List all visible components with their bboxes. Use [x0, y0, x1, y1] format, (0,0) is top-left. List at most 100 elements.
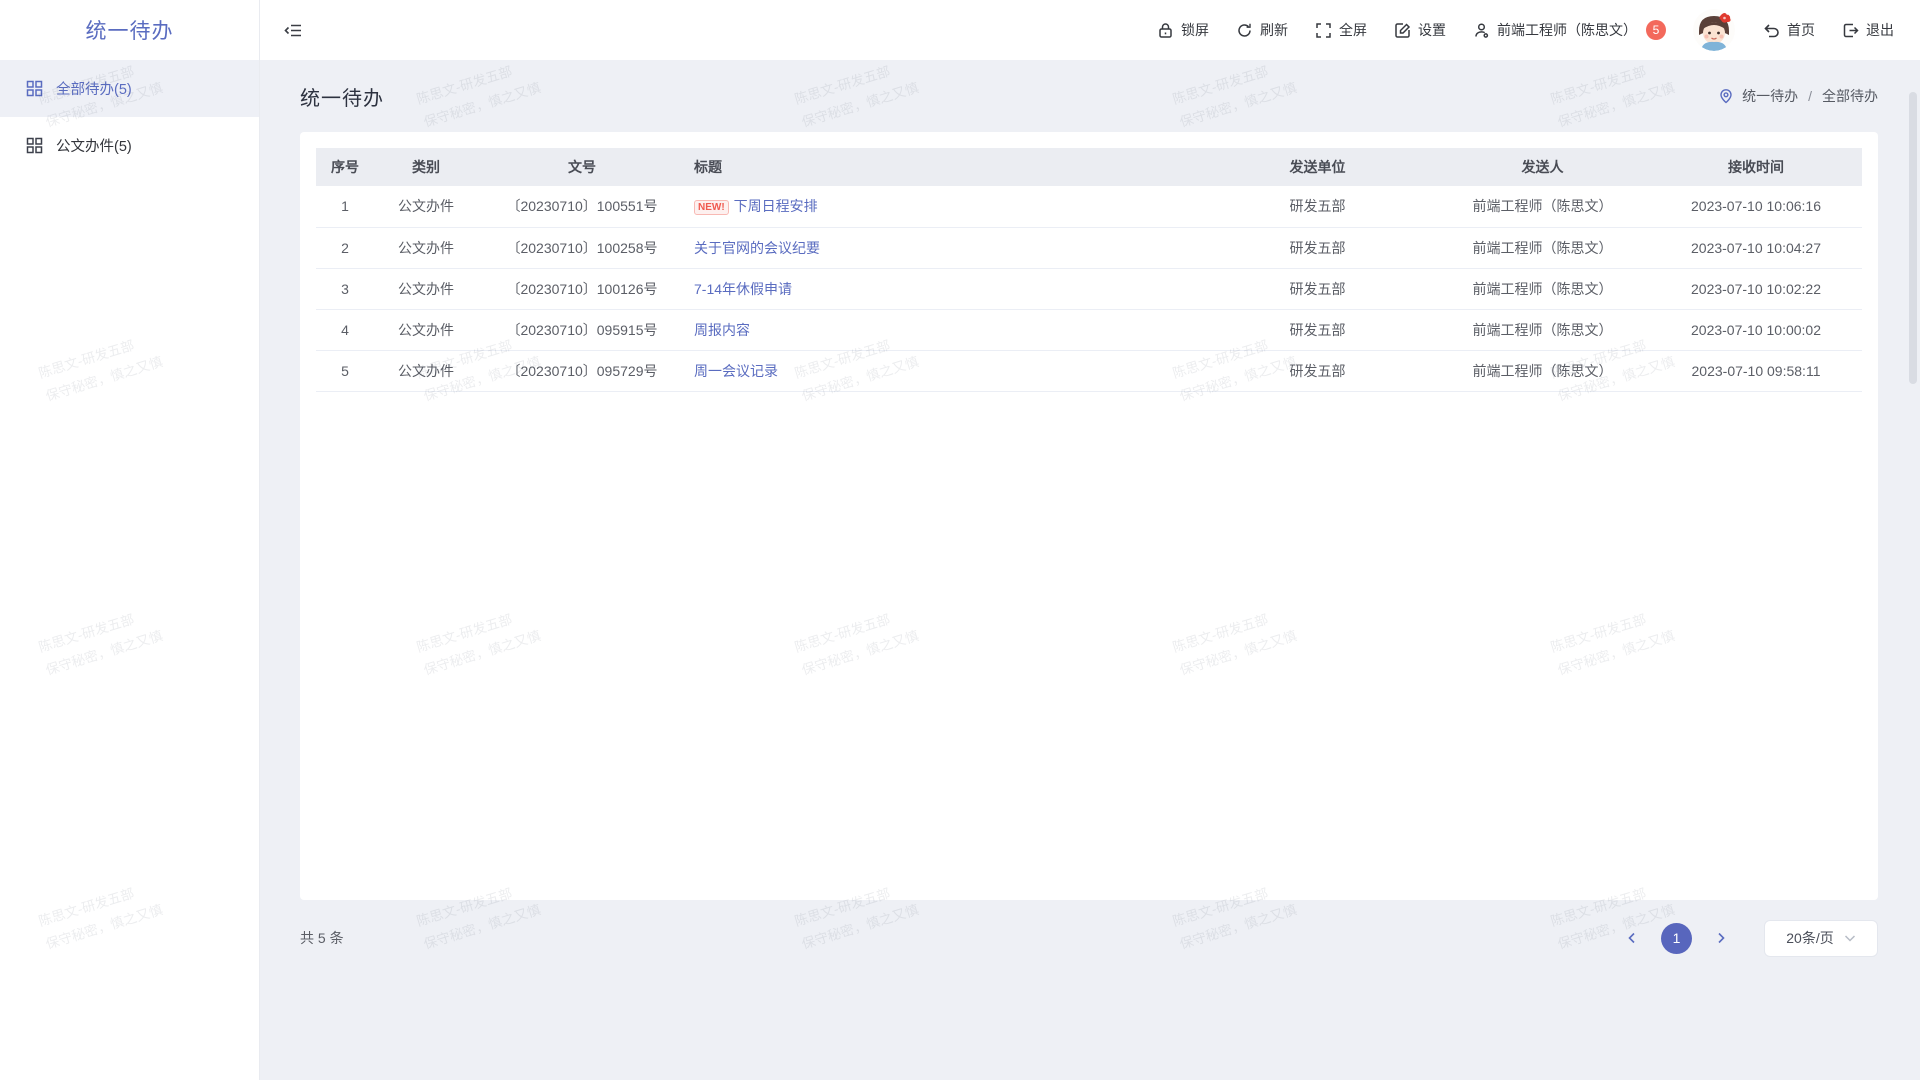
user-menu[interactable]: 前端工程师（陈思文） 5: [1473, 20, 1666, 40]
table-row: 5公文办件〔20230710〕095729号周一会议记录 研发五部前端工程师（陈思…: [316, 350, 1862, 391]
app-logo: 统一待办: [0, 0, 259, 60]
vertical-scrollbar[interactable]: [1906, 60, 1920, 1080]
cell-received: 2023-07-10 10:04:27: [1650, 227, 1862, 268]
pagination: 共 5 条 1 20条/页: [300, 900, 1878, 976]
cell-category: 公文办件: [374, 350, 478, 391]
todo-table: 序号类别文号标题发送单位发送人接收时间 1公文办件〔20230710〕10055…: [316, 148, 1862, 392]
cell-category: 公文办件: [374, 309, 478, 350]
cell-title: 关于官网的会议纪要: [686, 227, 1200, 268]
cell-index: 3: [316, 268, 374, 309]
sidebar-item-label: 全部待办(5): [56, 78, 132, 99]
sidebar-item-1[interactable]: 全部待办(5): [0, 60, 259, 117]
column-header-category: 类别: [374, 148, 478, 186]
chevron-left-icon: [1626, 932, 1638, 944]
grid-icon: [26, 80, 43, 97]
cell-org: 研发五部: [1200, 186, 1435, 227]
cell-index: 5: [316, 350, 374, 391]
refresh-icon: [1236, 22, 1253, 39]
user-name: 前端工程师（陈思文）: [1497, 20, 1637, 40]
collapse-sidebar-button[interactable]: [284, 21, 303, 40]
table-row: 3公文办件〔20230710〕100126号7-14年休假申请研发五部前端工程师…: [316, 268, 1862, 309]
refresh-label: 刷新: [1260, 20, 1288, 40]
column-header-doc_no: 文号: [478, 148, 686, 186]
user-icon: [1473, 22, 1490, 39]
document-title-link[interactable]: 周一会议记录: [694, 363, 778, 379]
cell-org: 研发五部: [1200, 268, 1435, 309]
page-size-select[interactable]: 20条/页: [1764, 920, 1878, 957]
cell-sender: 前端工程师（陈思文）: [1435, 350, 1650, 391]
breadcrumb-item-current: 全部待办: [1822, 86, 1878, 106]
todo-count-badge: 5: [1646, 20, 1666, 40]
prev-page-button[interactable]: [1617, 923, 1647, 953]
document-title-link[interactable]: 关于官网的会议纪要: [694, 240, 820, 256]
fullscreen-label: 全屏: [1339, 20, 1367, 40]
cell-doc_no: 〔20230710〕100126号: [478, 268, 686, 309]
column-header-index: 序号: [316, 148, 374, 186]
chevron-right-icon: [1715, 932, 1727, 944]
page-number-1[interactable]: 1: [1661, 923, 1692, 954]
table-row: 2公文办件〔20230710〕100258号关于官网的会议纪要研发五部前端工程师…: [316, 227, 1862, 268]
fullscreen-button[interactable]: 全屏: [1315, 20, 1367, 40]
top-header: 锁屏 刷新 全屏 设置 前端工程师（陈思文） 5: [260, 0, 1920, 60]
lock-screen-label: 锁屏: [1181, 20, 1209, 40]
table-row: 4公文办件〔20230710〕095915号周报内容研发五部前端工程师（陈思文）…: [316, 309, 1862, 350]
lock-icon: [1157, 22, 1174, 39]
cell-doc_no: 〔20230710〕095729号: [478, 350, 686, 391]
cell-title: 周报内容: [686, 309, 1200, 350]
avatar-image: [1693, 9, 1735, 51]
sidebar-menu: 全部待办(5) 公文办件(5): [0, 60, 259, 174]
cell-received: 2023-07-10 10:02:22: [1650, 268, 1862, 309]
column-header-org: 发送单位: [1200, 148, 1435, 186]
cell-title: NEW! 下周日程安排: [686, 186, 1200, 227]
page-size-value: 20条/页: [1786, 928, 1833, 948]
document-title-link[interactable]: 下周日程安排: [734, 198, 818, 214]
main-content: 统一待办 统一待办 / 全部待办 序号类别文号标题发送单位发送人接收时间 1公文…: [260, 60, 1920, 1080]
cell-title: 周一会议记录: [686, 350, 1200, 391]
column-header-received: 接收时间: [1650, 148, 1862, 186]
document-title-link[interactable]: 周报内容: [694, 322, 750, 338]
cell-received: 2023-07-10 10:06:16: [1650, 186, 1862, 227]
scrollbar-thumb[interactable]: [1909, 92, 1917, 384]
fullscreen-icon: [1315, 22, 1332, 39]
cell-doc_no: 〔20230710〕100258号: [478, 227, 686, 268]
edit-square-icon: [1394, 22, 1411, 39]
cell-index: 2: [316, 227, 374, 268]
document-title-link[interactable]: 7-14年休假申请: [694, 281, 792, 297]
cell-org: 研发五部: [1200, 227, 1435, 268]
total-count: 共 5 条: [300, 928, 344, 948]
menu-fold-icon: [284, 21, 303, 40]
refresh-button[interactable]: 刷新: [1236, 20, 1288, 40]
cell-index: 4: [316, 309, 374, 350]
logout-label: 退出: [1866, 20, 1894, 40]
lock-screen-button[interactable]: 锁屏: [1157, 20, 1209, 40]
cell-org: 研发五部: [1200, 309, 1435, 350]
cell-title: 7-14年休假申请: [686, 268, 1200, 309]
next-page-button[interactable]: [1706, 923, 1736, 953]
location-pin-icon: [1718, 88, 1734, 104]
cell-sender: 前端工程师（陈思文）: [1435, 309, 1650, 350]
cell-doc_no: 〔20230710〕100551号: [478, 186, 686, 227]
sidebar-item-label: 公文办件(5): [56, 135, 132, 156]
cell-org: 研发五部: [1200, 350, 1435, 391]
logout-button[interactable]: 退出: [1842, 20, 1894, 40]
settings-button[interactable]: 设置: [1394, 20, 1446, 40]
new-badge: NEW!: [694, 200, 729, 215]
breadcrumb-item-root[interactable]: 统一待办: [1742, 86, 1798, 106]
undo-icon: [1762, 22, 1780, 39]
table-row: 1公文办件〔20230710〕100551号 NEW! 下周日程安排 研发五部前端工程…: [316, 186, 1862, 227]
cell-index: 1: [316, 186, 374, 227]
todo-table-card: 序号类别文号标题发送单位发送人接收时间 1公文办件〔20230710〕10055…: [300, 132, 1878, 900]
sidebar-item-2[interactable]: 公文办件(5): [0, 117, 259, 174]
grid-icon: [26, 137, 43, 154]
breadcrumb: 统一待办 / 全部待办: [1718, 86, 1878, 106]
table-body: 1公文办件〔20230710〕100551号NEW!下周日程安排研发五部前端工程…: [316, 186, 1862, 391]
breadcrumb-separator: /: [1808, 88, 1812, 104]
home-button[interactable]: 首页: [1762, 20, 1815, 40]
column-header-title: 标题: [686, 148, 1200, 186]
page-title: 统一待办: [300, 82, 384, 111]
cell-category: 公文办件: [374, 186, 478, 227]
cell-sender: 前端工程师（陈思文）: [1435, 186, 1650, 227]
cell-sender: 前端工程师（陈思文）: [1435, 227, 1650, 268]
settings-label: 设置: [1418, 20, 1446, 40]
avatar[interactable]: [1693, 9, 1735, 51]
